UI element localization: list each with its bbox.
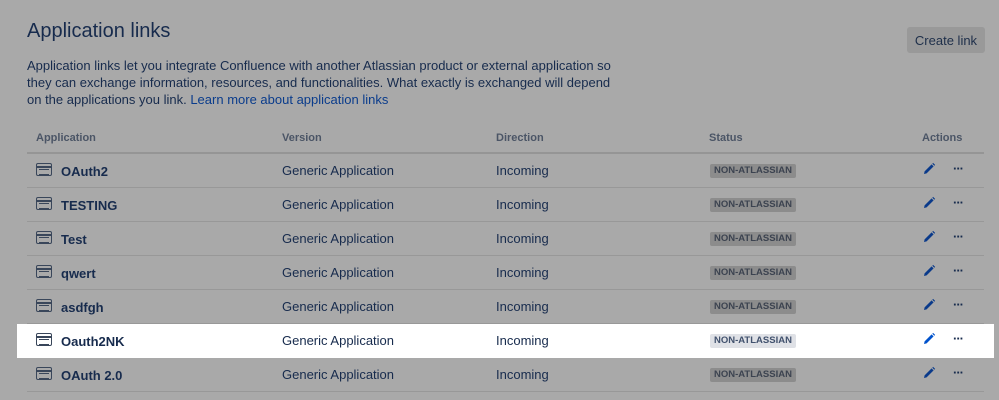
table-row[interactable]: TESTING Generic Application Incoming NON-AT…	[27, 188, 984, 222]
table-body: OAuth2 Generic Application Incoming NON-ATL…	[17, 154, 994, 392]
column-header-application[interactable]: Application	[36, 132, 96, 144]
application-window-icon	[36, 367, 52, 380]
more-horizontal-icon[interactable]: ···	[948, 365, 968, 381]
table-row[interactable]: OAuth2 Generic Application Incoming NON-ATL…	[27, 154, 984, 188]
pencil-icon[interactable]	[922, 366, 936, 380]
more-horizontal-icon[interactable]: ···	[948, 297, 968, 313]
application-name[interactable]: OAuth2	[61, 164, 108, 179]
application-version: Generic Application	[282, 299, 395, 314]
application-name[interactable]: TESTING	[61, 198, 117, 213]
application-name[interactable]: Test	[61, 232, 87, 247]
application-direction: Incoming	[496, 367, 549, 382]
page-description: Application links let you integrate Conf…	[27, 57, 627, 108]
status-badge: NON-ATLASSIAN	[710, 198, 796, 212]
status-badge: NON-ATLASSIAN	[710, 232, 796, 246]
status-badge: NON-ATLASSIAN	[710, 266, 796, 280]
more-horizontal-icon[interactable]: ···	[948, 229, 968, 245]
application-name[interactable]: OAuth 2.0	[61, 368, 122, 383]
application-direction: Incoming	[496, 265, 549, 280]
application-direction: Incoming	[496, 163, 549, 178]
application-window-icon	[36, 163, 52, 176]
application-version: Generic Application	[282, 333, 395, 348]
pencil-icon[interactable]	[922, 230, 936, 244]
application-window-icon	[36, 333, 52, 346]
application-links-table: Application Version Direction Status Act…	[17, 125, 994, 392]
learn-more-link[interactable]: Learn more about application links	[190, 92, 388, 107]
table-header: Application Version Direction Status Act…	[27, 125, 984, 154]
application-version: Generic Application	[282, 367, 395, 382]
column-header-direction[interactable]: Direction	[496, 132, 544, 144]
application-window-icon	[36, 299, 52, 312]
pencil-icon[interactable]	[922, 332, 936, 346]
application-direction: Incoming	[496, 333, 549, 348]
status-badge: NON-ATLASSIAN	[710, 334, 796, 348]
status-badge: NON-ATLASSIAN	[710, 164, 796, 178]
application-name[interactable]: Oauth2NK	[61, 334, 125, 349]
status-badge: NON-ATLASSIAN	[710, 368, 796, 382]
table-row[interactable]: OAuth 2.0 Generic Application Incoming NON-…	[27, 358, 984, 392]
status-badge: NON-ATLASSIAN	[710, 300, 796, 314]
page-title: Application links	[27, 20, 171, 42]
application-window-icon	[36, 265, 52, 278]
more-horizontal-icon[interactable]: ···	[948, 161, 968, 177]
application-direction: Incoming	[496, 197, 549, 212]
application-direction: Incoming	[496, 231, 549, 246]
application-version: Generic Application	[282, 231, 395, 246]
pencil-icon[interactable]	[922, 264, 936, 278]
table-row[interactable]: Oauth2NK Generic Application Incoming NON-A…	[17, 324, 994, 358]
create-link-button[interactable]: Create link	[907, 27, 985, 53]
application-window-icon	[36, 197, 52, 210]
application-name[interactable]: qwert	[61, 266, 96, 281]
table-row[interactable]: asdfgh Generic Application Incoming NON-ATL…	[27, 290, 984, 324]
application-version: Generic Application	[282, 265, 395, 280]
table-row[interactable]: Test Generic Application Incoming NON-ATLAS…	[27, 222, 984, 256]
more-horizontal-icon[interactable]: ···	[948, 263, 968, 279]
application-version: Generic Application	[282, 197, 395, 212]
pencil-icon[interactable]	[922, 196, 936, 210]
application-window-icon	[36, 231, 52, 244]
column-header-version[interactable]: Version	[282, 132, 322, 144]
pencil-icon[interactable]	[922, 298, 936, 312]
application-version: Generic Application	[282, 163, 395, 178]
more-horizontal-icon[interactable]: ···	[948, 331, 968, 347]
column-header-status[interactable]: Status	[709, 132, 743, 144]
application-name[interactable]: asdfgh	[61, 300, 104, 315]
application-direction: Incoming	[496, 299, 549, 314]
table-row[interactable]: qwert Generic Application Incoming NON-ATLA…	[27, 256, 984, 290]
column-header-actions: Actions	[922, 132, 963, 144]
pencil-icon[interactable]	[922, 162, 936, 176]
more-horizontal-icon[interactable]: ···	[948, 195, 968, 211]
